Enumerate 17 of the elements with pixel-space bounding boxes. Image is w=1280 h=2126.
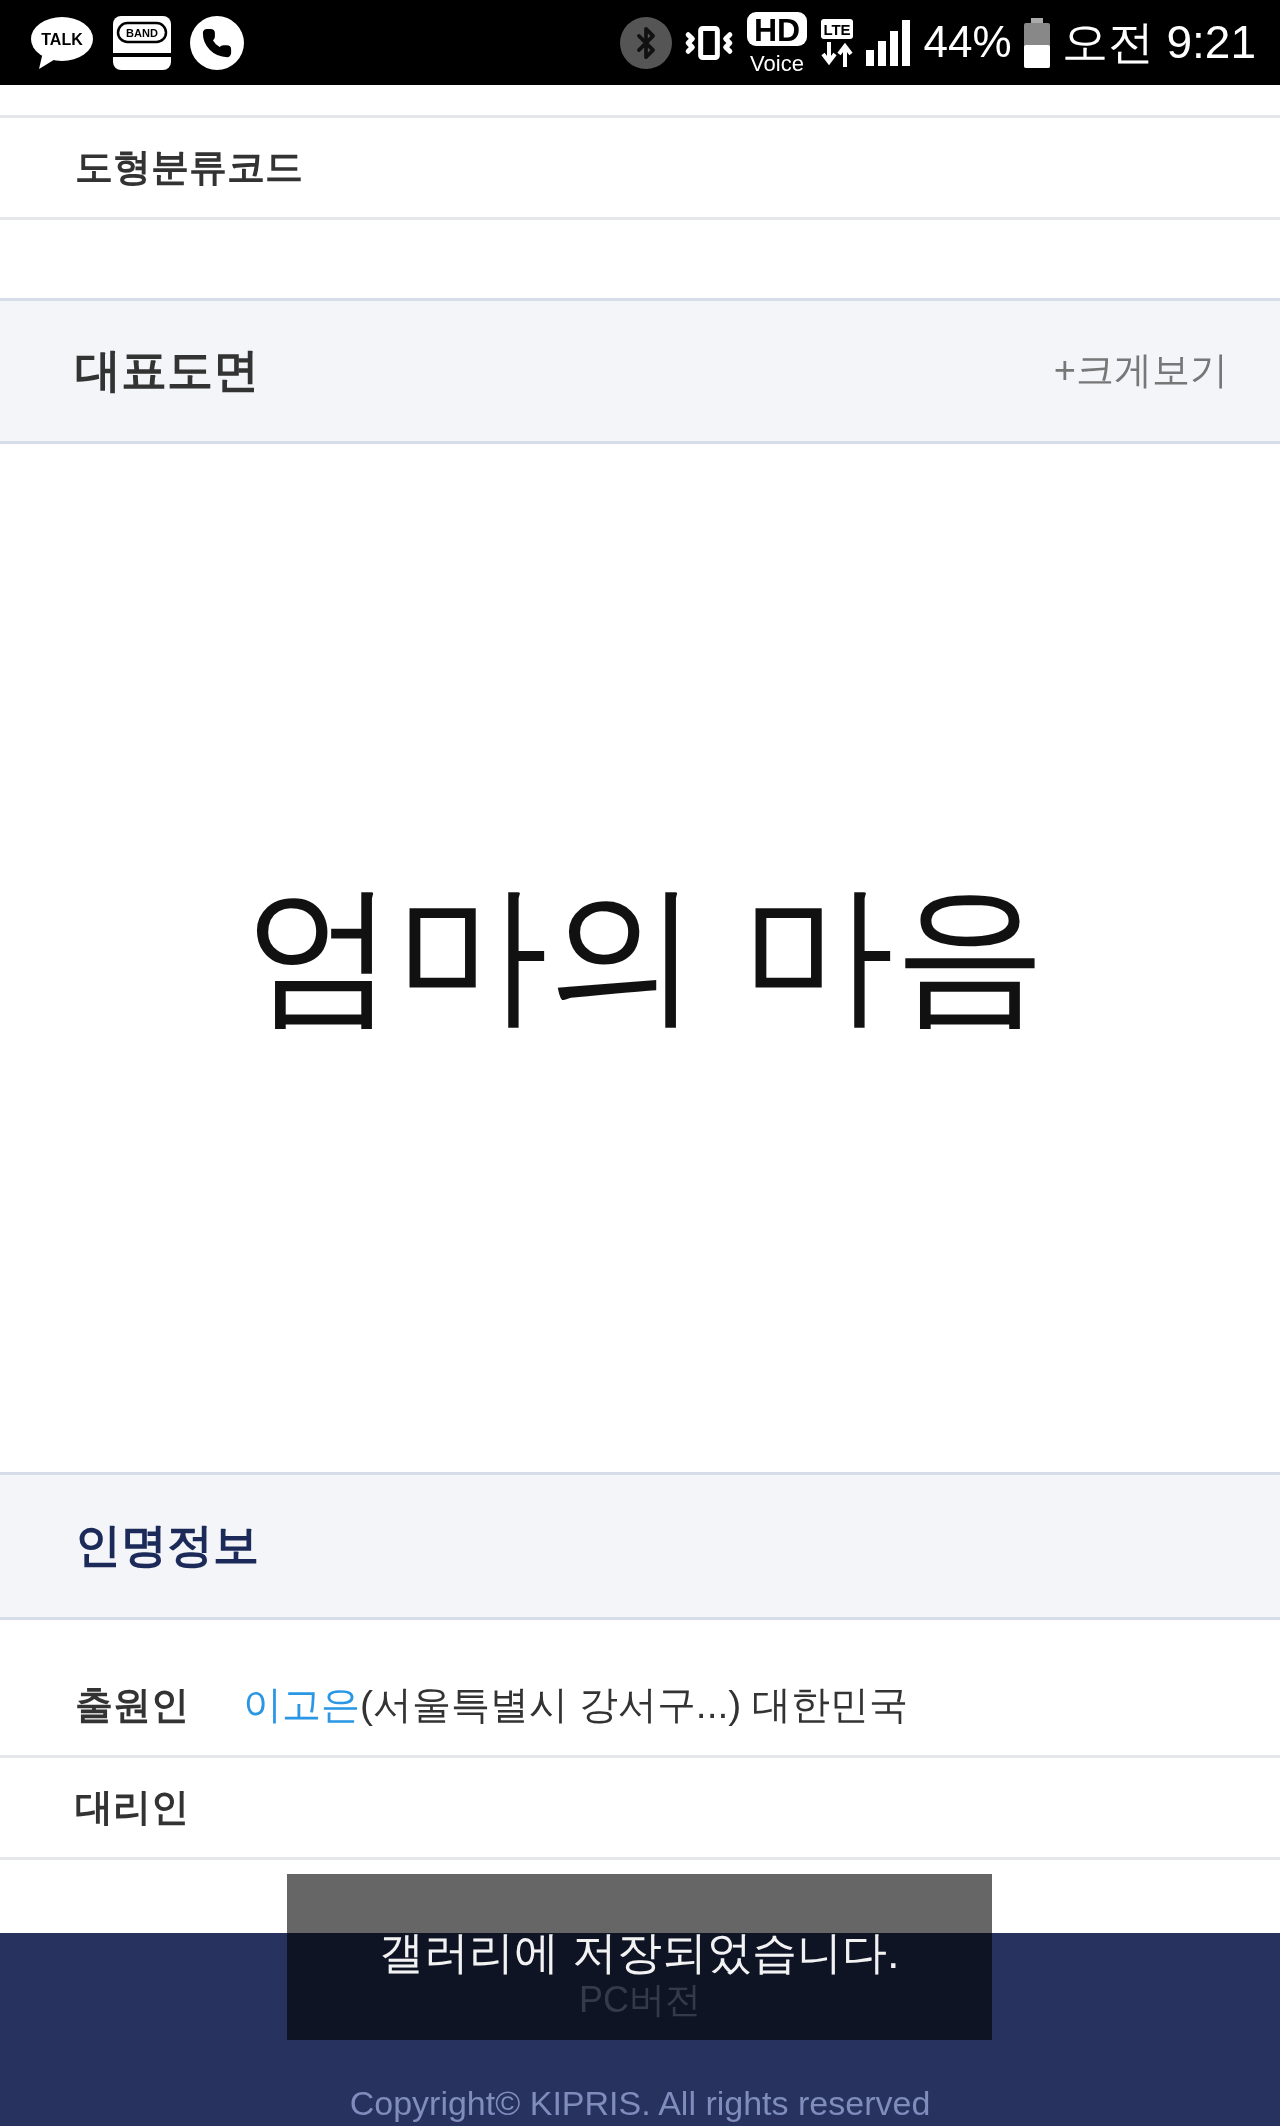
classification-code-label: 도형분류코드 bbox=[75, 144, 303, 190]
phone-icon bbox=[190, 15, 244, 70]
copyright-text: Copyright© KIPRIS. All rights reserved bbox=[349, 2084, 931, 2124]
band-notification-icon: BAND bbox=[112, 14, 172, 71]
applicant-name-link[interactable]: 이고은 bbox=[243, 1681, 360, 1730]
field-label: 출원인 bbox=[75, 1682, 190, 1728]
section-title: 인명정보 bbox=[75, 1518, 259, 1574]
toast-text: 갤러리에 저장되었습니다. bbox=[379, 1925, 900, 1980]
section-title: 대표도면 bbox=[75, 343, 259, 399]
signal-icon bbox=[865, 19, 912, 66]
trademark-drawing-text: 엄마의 마음 bbox=[242, 866, 1047, 1040]
field-label: 대리인 bbox=[75, 1784, 190, 1830]
applicant-address-text: (서울특별시 강서구...) 대한민국 bbox=[360, 1682, 909, 1729]
status-time: 오전 9:21 bbox=[1061, 16, 1256, 69]
enlarge-link[interactable]: +크게보기 bbox=[1053, 347, 1228, 395]
battery-icon bbox=[1023, 17, 1050, 68]
battery-percent-text: 44% bbox=[923, 17, 1012, 68]
